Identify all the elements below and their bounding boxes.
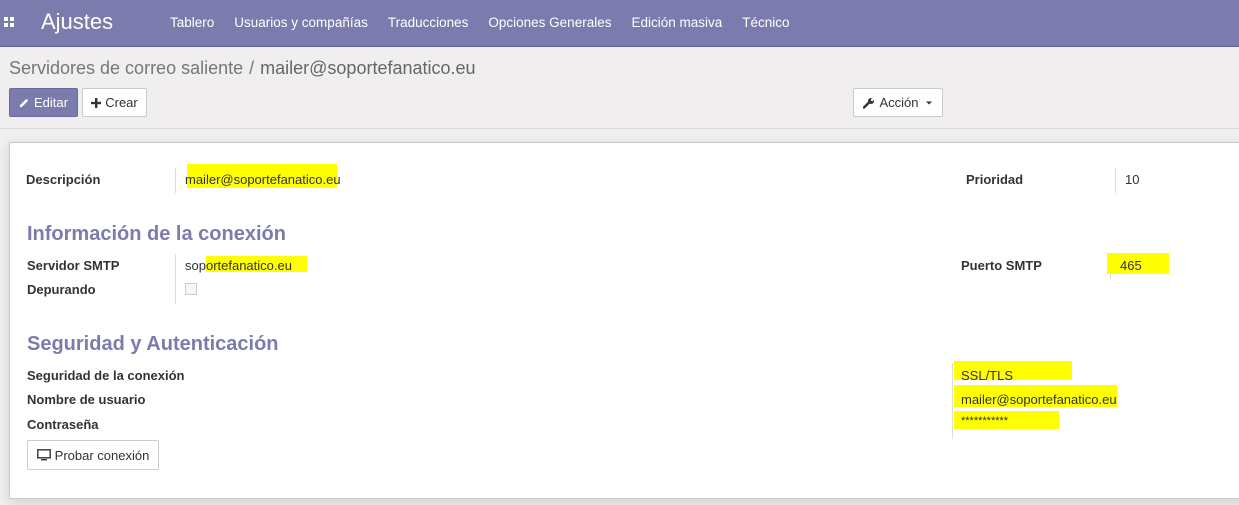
menu-item-edicion-masiva[interactable]: Edición masiva [621, 0, 732, 46]
menu-item-traducciones[interactable]: Traducciones [378, 0, 479, 46]
test-connection-button[interactable]: Probar conexión [27, 440, 159, 470]
breadcrumb-parent-link[interactable]: Servidores de correo saliente [9, 58, 243, 78]
menu-item-tablero[interactable]: Tablero [160, 0, 224, 46]
create-button[interactable]: Crear [82, 88, 147, 117]
menu-item-tecnico[interactable]: Técnico [732, 0, 799, 46]
debug-label: Depurando [27, 282, 96, 297]
pencil-icon [19, 98, 29, 108]
connection-security-label: Seguridad de la conexión [27, 368, 185, 383]
main-menu: Tablero Usuarios y compañías Traduccione… [160, 0, 800, 46]
action-dropdown-button[interactable]: Acción [853, 88, 943, 117]
smtp-port-value[interactable]: 465 [1120, 258, 1142, 273]
connection-security-value[interactable]: SSL/TLS [961, 368, 1013, 383]
breadcrumb-separator: / [249, 58, 255, 78]
create-button-label: Crear [105, 95, 138, 110]
form-sheet: Descripción mailer@soportefanatico.eu Pr… [9, 142, 1239, 499]
priority-value[interactable]: 10 [1125, 172, 1139, 187]
security-section-title: Seguridad y Autenticación [27, 333, 279, 355]
priority-label: Prioridad [966, 172, 1024, 187]
menu-item-opciones-generales[interactable]: Opciones Generales [478, 0, 621, 46]
wrench-icon [863, 97, 875, 109]
top-navbar: Ajustes Tablero Usuarios y compañías Tra… [0, 0, 1239, 47]
field-separator [175, 168, 176, 193]
field-separator [1115, 168, 1116, 193]
smtp-server-value[interactable]: soportefanatico.eu [185, 258, 292, 273]
breadcrumb-current: mailer@soportefanatico.eu [260, 58, 476, 78]
monitor-icon [36, 449, 51, 461]
app-title: Ajustes [41, 9, 114, 34]
apps-grid-icon[interactable] [4, 17, 15, 28]
smtp-port-label: Puerto SMTP [961, 258, 1042, 273]
test-connection-label: Probar conexión [54, 447, 150, 463]
password-label: Contraseña [27, 417, 99, 432]
debug-checkbox[interactable] [185, 283, 197, 295]
description-label: Descripción [26, 172, 101, 187]
plus-icon [91, 97, 102, 108]
username-label: Nombre de usuario [27, 392, 146, 407]
password-value[interactable]: *********** [961, 415, 1008, 427]
field-separator [952, 363, 953, 439]
menu-item-usuarios[interactable]: Usuarios y compañías [224, 0, 378, 46]
description-value[interactable]: mailer@soportefanatico.eu [185, 172, 341, 187]
action-button-label: Acción [879, 95, 919, 110]
smtp-server-label: Servidor SMTP [27, 258, 120, 273]
connection-section-title: Información de la conexión [27, 223, 286, 245]
field-separator [175, 254, 176, 304]
edit-button-label: Editar [34, 95, 68, 110]
caret-down-icon [925, 101, 932, 104]
breadcrumb: Servidores de correo saliente / mailer@sop… [9, 58, 476, 79]
edit-button[interactable]: Editar [9, 88, 78, 117]
control-panel-divider [0, 128, 1239, 129]
username-value[interactable]: mailer@soportefanatico.eu [961, 392, 1117, 407]
